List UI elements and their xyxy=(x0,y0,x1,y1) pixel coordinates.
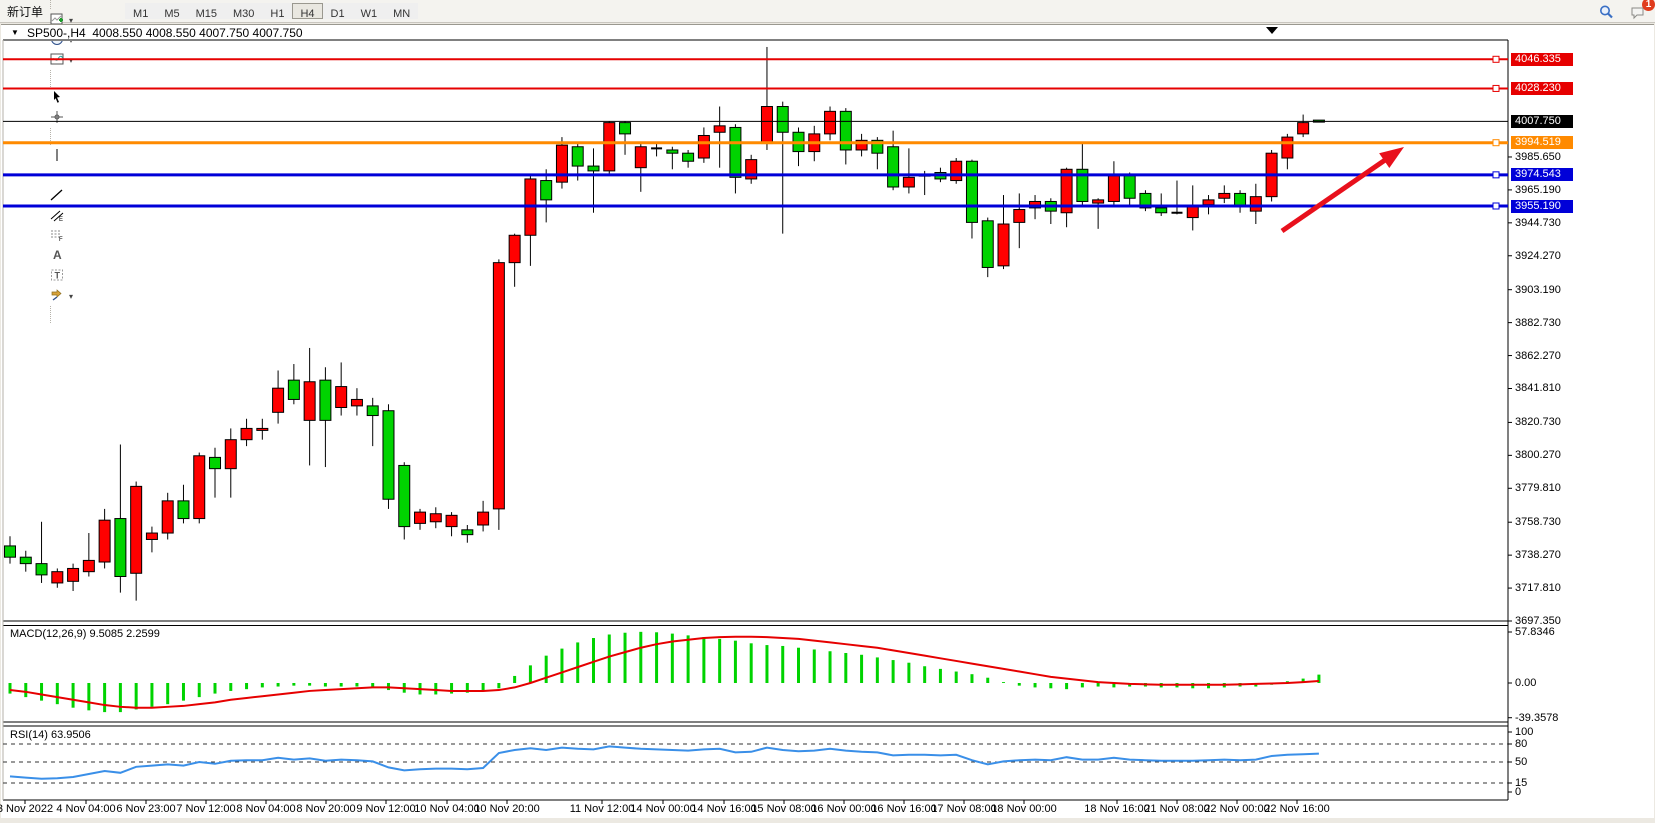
date-axis-label: 22 Nov 00:00 xyxy=(1204,803,1269,815)
date-axis-label: 3 Nov 2022 xyxy=(0,803,53,815)
price-axis-tick: 3841.810 xyxy=(1515,382,1561,394)
line-price-label: 3955.190 xyxy=(1511,200,1573,213)
price-axis-tick: 3965.190 xyxy=(1515,184,1561,196)
rsi-axis-label: 0 xyxy=(1515,786,1521,798)
line-price-label: 4046.335 xyxy=(1511,53,1573,66)
price-axis-tick: 3882.730 xyxy=(1515,317,1561,329)
date-axis-label: 16 Nov 16:00 xyxy=(871,803,936,815)
macd-axis-label: -39.3578 xyxy=(1515,712,1558,724)
line-anchor-handle[interactable] xyxy=(1493,56,1499,62)
price-axis-tick: 3779.810 xyxy=(1515,482,1561,494)
trend-arrow-head[interactable] xyxy=(1379,147,1404,168)
price-axis-tick: 3820.730 xyxy=(1515,416,1561,428)
line-anchor-handle[interactable] xyxy=(1493,140,1499,146)
trend-arrow-object[interactable] xyxy=(1282,157,1389,231)
price-axis-tick: 3738.270 xyxy=(1515,549,1561,561)
line-price-label: 3994.519 xyxy=(1511,136,1573,149)
price-axis-tick: 3924.270 xyxy=(1515,250,1561,262)
date-axis-label: 8 Nov 20:00 xyxy=(296,803,355,815)
date-axis-label: 6 Nov 23:00 xyxy=(116,803,175,815)
rsi-label: RSI(14) 63.9506 xyxy=(10,729,91,741)
macd-signal-line xyxy=(10,637,1319,708)
macd-label: MACD(12,26,9) 9.5085 2.2599 xyxy=(10,628,160,640)
price-axis-tick: 3944.730 xyxy=(1515,217,1561,229)
line-price-label: 3974.543 xyxy=(1511,168,1573,181)
candlestick-series xyxy=(5,47,1325,601)
date-axis-label: 17 Nov 08:00 xyxy=(931,803,996,815)
date-axis-label: 7 Nov 12:00 xyxy=(176,803,235,815)
date-axis-label: 14 Nov 00:00 xyxy=(630,803,695,815)
current-price-label: 4007.750 xyxy=(1511,115,1573,128)
date-axis-label: 8 Nov 04:00 xyxy=(236,803,295,815)
rsi-axis-label: 80 xyxy=(1515,738,1527,750)
price-axis-tick: 3862.270 xyxy=(1515,350,1561,362)
line-anchor-handle[interactable] xyxy=(1493,172,1499,178)
line-price-label: 4028.230 xyxy=(1511,82,1573,95)
date-axis-label: 10 Nov 20:00 xyxy=(474,803,539,815)
price-axis-tick: 3758.730 xyxy=(1515,516,1561,528)
price-axis-tick: 3903.190 xyxy=(1515,284,1561,296)
line-anchor-handle[interactable] xyxy=(1493,85,1499,91)
date-axis-label: 18 Nov 16:00 xyxy=(1084,803,1149,815)
date-axis-label: 15 Nov 08:00 xyxy=(751,803,816,815)
chart-canvas xyxy=(0,0,1655,823)
date-axis-label: 9 Nov 12:00 xyxy=(356,803,415,815)
price-axis-tick: 3800.270 xyxy=(1515,449,1561,461)
rsi-axis-label: 50 xyxy=(1515,756,1527,768)
macd-axis-label: 57.8346 xyxy=(1515,626,1555,638)
date-axis-label: 14 Nov 16:00 xyxy=(691,803,756,815)
date-axis-label: 11 Nov 12:00 xyxy=(570,803,635,815)
price-axis-tick: 3985.650 xyxy=(1515,151,1561,163)
date-axis-label: 16 Nov 00:00 xyxy=(811,803,876,815)
date-axis-label: 18 Nov 00:00 xyxy=(991,803,1056,815)
date-axis-label: 4 Nov 04:00 xyxy=(56,803,115,815)
date-axis-label: 21 Nov 08:00 xyxy=(1144,803,1209,815)
macd-axis-label: 0.00 xyxy=(1515,677,1536,689)
date-axis-label: 22 Nov 16:00 xyxy=(1264,803,1329,815)
macd-indicator xyxy=(10,632,1319,712)
chart-shift-marker[interactable] xyxy=(1266,27,1278,34)
price-axis-tick: 3717.810 xyxy=(1515,582,1561,594)
date-axis-label: 10 Nov 04:00 xyxy=(414,803,479,815)
line-anchor-handle[interactable] xyxy=(1493,203,1499,209)
rsi-axis-label: 100 xyxy=(1515,726,1533,738)
rsi-line xyxy=(10,746,1319,778)
window-bottom-edge xyxy=(0,818,1655,823)
